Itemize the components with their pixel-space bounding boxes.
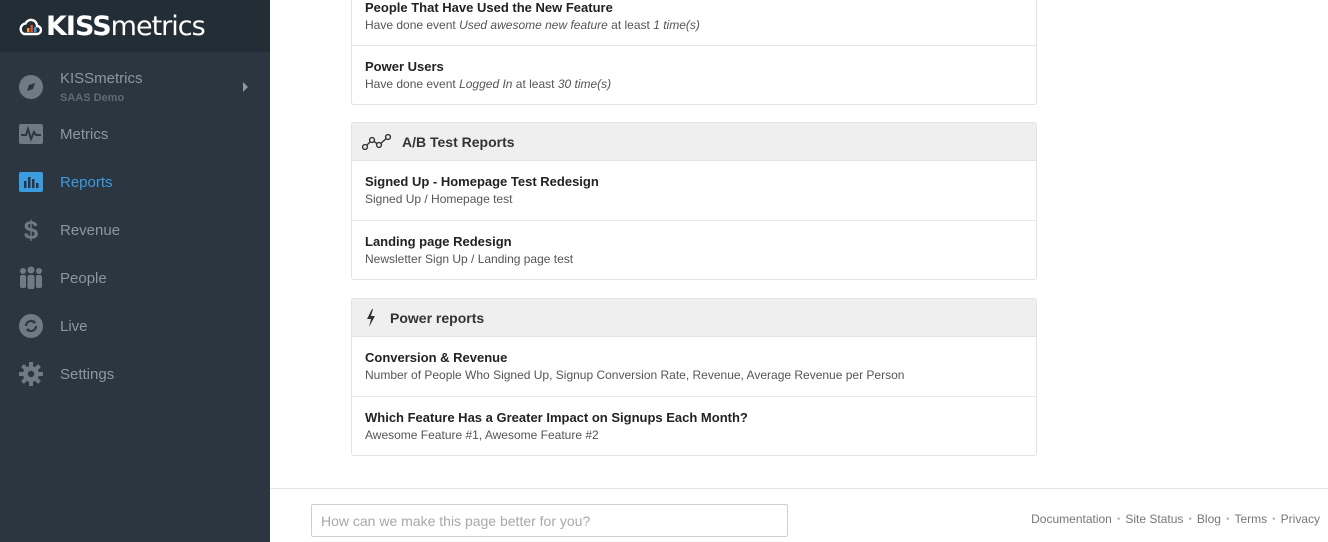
ab-test-row[interactable]: Signed Up - Homepage Test Redesign Signe… xyxy=(352,161,1036,220)
power-report-row[interactable]: Which Feature Has a Greater Impact on Si… xyxy=(352,396,1036,455)
sidebar-item-reports[interactable]: Reports xyxy=(0,158,270,206)
account-sub: SAAS Demo xyxy=(60,92,125,104)
separator-dot: • xyxy=(1188,513,1192,525)
row-title: Which Feature Has a Greater Impact on Si… xyxy=(365,410,748,425)
footer: Documentation • Site Status • Blog • Ter… xyxy=(270,488,1328,542)
ab-test-reports-card: A/B Test Reports Signed Up - Homepage Te… xyxy=(351,122,1037,280)
dollar-icon: $ xyxy=(23,214,39,245)
sidebar-item-people[interactable]: People xyxy=(0,254,270,302)
main-content: People That Have Used the New Feature Ha… xyxy=(270,0,1328,542)
ab-test-icon xyxy=(362,133,392,150)
sidebar-item-label: Reports xyxy=(60,173,113,191)
row-title: Landing page Redesign xyxy=(365,234,512,249)
card-header: A/B Test Reports xyxy=(352,123,1036,161)
row-title: Conversion & Revenue xyxy=(365,350,508,365)
blog-link[interactable]: Blog xyxy=(1197,512,1221,526)
gear-icon xyxy=(18,361,44,387)
sidebar-item-metrics[interactable]: Metrics xyxy=(0,110,270,158)
account-name: KISSmetrics xyxy=(60,70,143,87)
sidebar-item-label: Live xyxy=(60,317,88,335)
power-report-row[interactable]: Conversion & Revenue Number of People Wh… xyxy=(352,337,1036,396)
sidebar-item-settings[interactable]: Settings xyxy=(0,350,270,398)
row-desc: Have done event Logged In at least 30 ti… xyxy=(365,77,612,91)
people-icon xyxy=(18,265,44,291)
segment-row[interactable]: People That Have Used the New Feature Ha… xyxy=(352,0,1036,45)
separator-dot: • xyxy=(1225,513,1230,525)
caret-right-icon xyxy=(243,82,248,92)
sidebar-item-label: Revenue xyxy=(60,221,121,239)
card-title: A/B Test Reports xyxy=(402,133,515,150)
sidebar-item-label: People xyxy=(60,269,107,287)
footer-links: Documentation • Site Status • Blog • Ter… xyxy=(1031,512,1320,526)
card-header: Power reports xyxy=(352,299,1036,337)
separator-dot: • xyxy=(1272,513,1276,525)
documentation-link[interactable]: Documentation xyxy=(1031,512,1112,526)
separator-dot: • xyxy=(1116,513,1121,525)
cloud-chart-logo-icon xyxy=(19,18,42,36)
site-status-link[interactable]: Site Status xyxy=(1125,512,1183,526)
metrics-icon xyxy=(18,121,44,147)
logo-text: KISSmetrics xyxy=(46,10,206,42)
reports-icon xyxy=(18,169,44,195)
privacy-link[interactable]: Privacy xyxy=(1281,512,1320,526)
row-desc: Awesome Feature #1, Awesome Feature #2 xyxy=(365,428,599,442)
sidebar: KISSmetrics KISSmetrics SAAS Demo Metric… xyxy=(0,0,270,542)
power-reports-card: Power reports Conversion & Revenue Numbe… xyxy=(351,298,1037,456)
row-title: Power Users xyxy=(365,59,444,74)
row-desc: Newsletter Sign Up / Landing page test xyxy=(365,252,574,266)
row-title: Signed Up - Homepage Test Redesign xyxy=(365,174,599,189)
terms-link[interactable]: Terms xyxy=(1234,512,1267,526)
segments-card: People That Have Used the New Feature Ha… xyxy=(351,0,1037,105)
card-title: Power reports xyxy=(390,309,485,326)
segment-row[interactable]: Power Users Have done event Logged In at… xyxy=(352,45,1036,104)
compass-icon xyxy=(18,74,44,100)
row-desc: Signed Up / Homepage test xyxy=(365,192,513,206)
row-desc: Number of People Who Signed Up, Signup C… xyxy=(365,368,905,382)
sidebar-item-revenue[interactable]: $ Revenue xyxy=(0,206,270,254)
lightning-icon xyxy=(366,308,376,327)
live-icon xyxy=(18,313,44,339)
sidebar-item-label: Settings xyxy=(60,365,115,383)
row-title: People That Have Used the New Feature xyxy=(365,0,613,15)
ab-test-row[interactable]: Landing page Redesign Newsletter Sign Up… xyxy=(352,220,1036,279)
sidebar-item-label: Metrics xyxy=(60,125,109,143)
sidebar-item-live[interactable]: Live xyxy=(0,302,270,350)
account-selector[interactable]: KISSmetrics SAAS Demo xyxy=(0,62,270,112)
logo[interactable]: KISSmetrics xyxy=(0,0,270,52)
feedback-input[interactable] xyxy=(311,504,788,537)
row-desc: Have done event Used awesome new feature… xyxy=(365,18,700,32)
